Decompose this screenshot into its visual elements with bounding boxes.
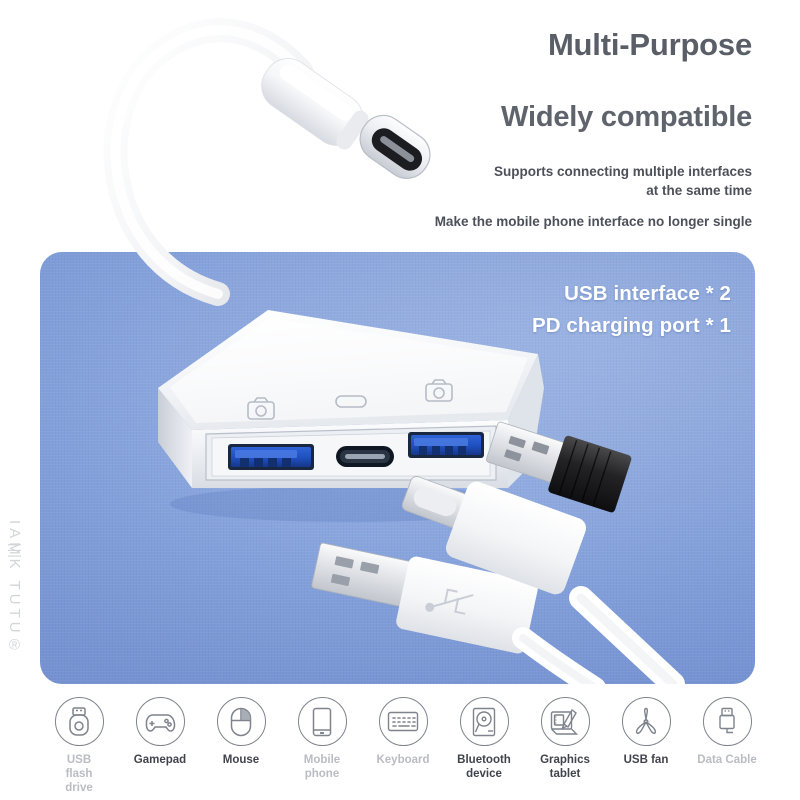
- compat-item-graphics-tablet[interactable]: Graphics tablet: [526, 697, 604, 781]
- compat-label: Gamepad: [133, 754, 187, 766]
- compat-label: USB flash drive: [65, 754, 93, 795]
- compat-item-mouse[interactable]: Mouse: [202, 697, 280, 767]
- usb-c-cable-top: [103, 18, 431, 306]
- peripheral-connectors: [311, 421, 685, 684]
- compat-label: Mouse: [222, 754, 260, 766]
- feature-usb-count: USB interface * 2: [564, 282, 731, 305]
- product-ad-canvas: Multi-Purpose Widely compatible Supports…: [0, 0, 800, 800]
- compat-label: Keyboard: [376, 754, 430, 766]
- keyboard-icon: [378, 697, 428, 746]
- compat-item-bluetooth-device[interactable]: Bluetooth device: [445, 697, 523, 781]
- product-photo-panel: USB interface * 2 PD charging port * 1: [40, 252, 755, 684]
- feature-pd-count: PD charging port * 1: [531, 313, 731, 337]
- compat-label: Graphics tablet: [540, 754, 590, 781]
- compat-item-usb-flash-drive[interactable]: USB flash drive: [40, 697, 118, 795]
- usb-flash-drive-icon: [54, 697, 104, 746]
- usb-fan-icon: [621, 697, 671, 746]
- compatibility-strip: USB flash drive Gamepad Mouse Mobile pho…: [40, 697, 766, 795]
- watermark-brand: IAMK TUTU®: [6, 520, 23, 658]
- mobile-phone-icon: [297, 697, 347, 746]
- graphics-tablet-icon: [540, 697, 590, 746]
- gamepad-icon: [135, 697, 185, 746]
- mouse-icon: [216, 697, 266, 746]
- compat-item-keyboard[interactable]: Keyboard: [364, 697, 442, 767]
- compat-label: Data Cable: [697, 754, 757, 766]
- compat-label: Bluetooth device: [457, 754, 511, 781]
- compat-item-mobile-phone[interactable]: Mobile phone: [283, 697, 361, 781]
- compat-item-usb-fan[interactable]: USB fan: [607, 697, 685, 767]
- compat-item-gamepad[interactable]: Gamepad: [121, 697, 199, 767]
- compat-item-data-cable[interactable]: Data Cable: [688, 697, 766, 767]
- compat-label: USB fan: [623, 754, 669, 766]
- feature-callouts: USB interface * 2 PD charging port * 1: [532, 278, 731, 342]
- bluetooth-device-icon: [459, 697, 509, 746]
- compat-label: Mobile phone: [303, 754, 341, 781]
- data-cable-icon: [702, 697, 752, 746]
